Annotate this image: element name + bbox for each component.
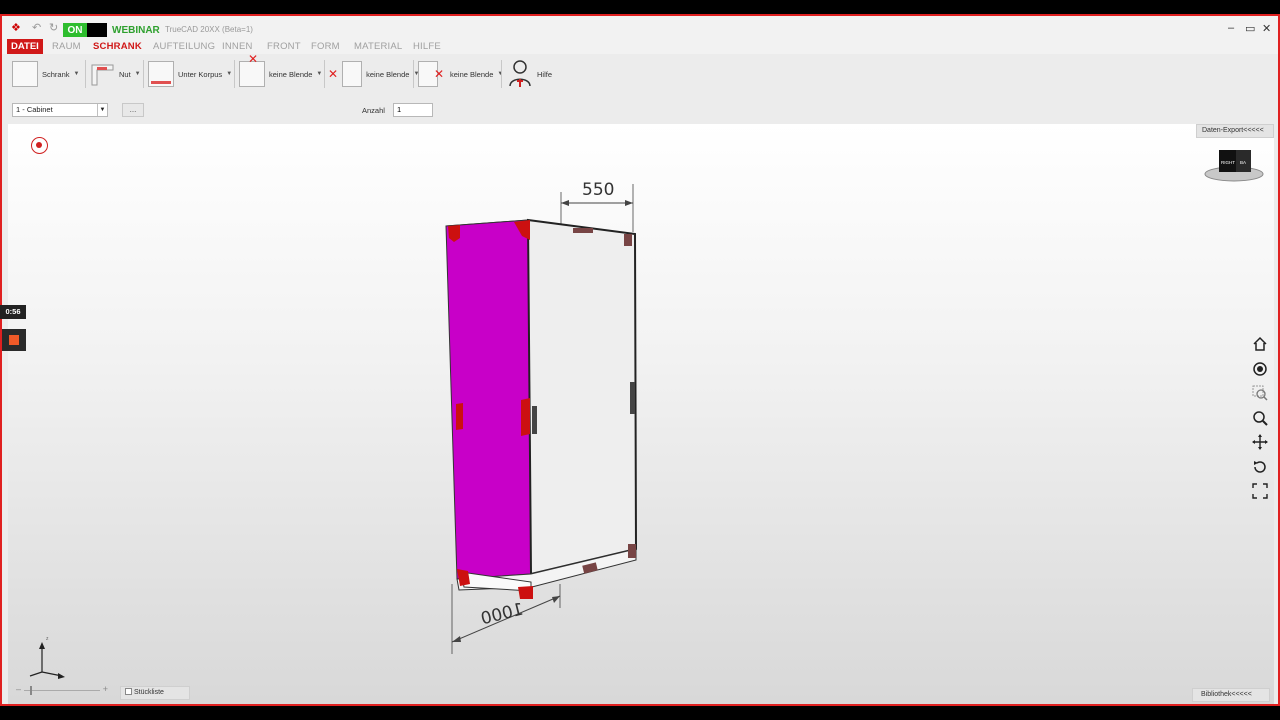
blende-top-button[interactable]: ✕ keine Blende ▼	[239, 52, 323, 90]
menu-bar: DATEI RAUM SCHRANK AUFTEILUNG INNEN FRON…	[2, 38, 1278, 54]
unter-korpus-label: Unter Korpus	[178, 69, 223, 79]
3d-viewport[interactable]: Daten-Export<<<<< RIGHT BA 550 1000 z – …	[8, 124, 1274, 704]
menu-datei[interactable]: DATEI	[7, 39, 43, 54]
anzahl-label: Anzahl	[362, 106, 385, 115]
menu-schrank[interactable]: SCHRANK	[93, 41, 142, 52]
chevron-down-icon[interactable]: ▼	[97, 104, 107, 116]
rotate-icon[interactable]	[1250, 457, 1270, 477]
zoom-slider-thumb[interactable]	[30, 686, 32, 695]
connector-marker	[521, 398, 530, 436]
blende-left-button[interactable]: ✕ keine Blende ▼	[328, 58, 419, 90]
undo-icon[interactable]: ↶	[32, 21, 41, 34]
anzahl-input[interactable]: 1	[393, 103, 433, 117]
no-panel-icon: ✕	[248, 52, 259, 66]
navigation-toolbar	[1250, 334, 1272, 506]
close-button[interactable]: ✕	[1262, 22, 1271, 35]
stueckliste-toggle[interactable]: Stückliste	[120, 686, 190, 700]
schrank-label: Schrank	[42, 69, 70, 79]
app-title: TrueCAD 20XX (Beta=1)	[165, 25, 253, 34]
stueckliste-checkbox[interactable]	[125, 688, 132, 695]
cabinet-select-value: 1 - Cabinet	[16, 105, 53, 114]
menu-innen[interactable]: INNEN	[222, 41, 253, 52]
hilfe-button[interactable]: Hilfe	[507, 58, 552, 90]
app-logo-icon[interactable]: ❖	[11, 21, 21, 34]
stueckliste-label: Stückliste	[134, 689, 164, 696]
menu-front[interactable]: FRONT	[267, 41, 301, 52]
webinar-on-badge: ON	[63, 23, 107, 37]
width-dimension-label: 550	[582, 180, 614, 200]
panel-top-icon: ✕	[239, 52, 265, 87]
connector-marker	[456, 403, 463, 430]
redo-icon[interactable]: ↻	[49, 21, 58, 34]
bibliothek-tab[interactable]: Bibliothek<<<<<	[1192, 688, 1270, 702]
blende-right-button[interactable]: ✕ keine Blende ▼	[418, 58, 503, 90]
orbit-icon[interactable]	[1250, 359, 1270, 379]
menu-form[interactable]: FORM	[311, 41, 340, 52]
menu-aufteilung[interactable]: AUFTEILUNG	[153, 41, 215, 52]
panel-left-icon	[342, 61, 363, 87]
app-window: ❖ ↶ ↻ ON WEBINAR TrueCAD 20XX (Beta=1) –…	[0, 14, 1280, 706]
stop-recording-button[interactable]	[2, 329, 26, 351]
blende-right-label: keine Blende	[450, 69, 494, 79]
chevron-down-icon: ▼	[73, 71, 80, 77]
chevron-down-icon: ▼	[226, 71, 233, 77]
side-panel	[445, 219, 532, 580]
ribbon-toolbar: Schrank ▼ Nut ▼ Unter Korpus ▼ ✕ keine B…	[2, 52, 1278, 102]
blende-top-label: keine Blende	[269, 69, 313, 79]
menu-hilfe[interactable]: HILFE	[413, 41, 441, 52]
lower-carcass-icon	[148, 61, 174, 87]
options-row: 1 - Cabinet ▼ ... Anzahl 1	[2, 102, 1278, 122]
no-panel-icon: ✕	[328, 67, 339, 81]
groove-icon	[89, 61, 115, 87]
menu-material[interactable]: MATERIAL	[354, 41, 402, 52]
on-label: ON	[63, 23, 87, 37]
blende-left-label: keine Blende	[366, 69, 410, 79]
title-bar: ❖ ↶ ↻ ON WEBINAR TrueCAD 20XX (Beta=1) –…	[2, 16, 1278, 38]
nut-button[interactable]: Nut ▼	[89, 58, 141, 90]
depth-dimension-label: 1000	[479, 599, 526, 629]
help-person-icon	[507, 59, 533, 89]
svg-text:z: z	[46, 636, 49, 642]
zoom-out-icon[interactable]: –	[16, 684, 21, 694]
schrank-button[interactable]: Schrank ▼	[12, 58, 79, 90]
unter-korpus-button[interactable]: Unter Korpus ▼	[148, 58, 232, 90]
stop-icon	[9, 335, 19, 345]
zoom-icon[interactable]	[1250, 408, 1270, 428]
chevron-down-icon: ▼	[316, 71, 323, 77]
corner-marker	[518, 586, 533, 599]
axis-gizmo-icon: z	[29, 636, 65, 679]
pan-icon[interactable]	[1250, 432, 1270, 452]
zoom-in-icon[interactable]: +	[103, 684, 108, 694]
hinge-marker	[573, 228, 593, 233]
hilfe-label: Hilfe	[537, 69, 553, 79]
cabinet-model[interactable]: 550 1000 z	[8, 124, 1274, 704]
panel-right-icon: ✕	[418, 61, 444, 87]
more-button[interactable]: ...	[122, 103, 144, 117]
nut-label: Nut	[119, 69, 131, 79]
webinar-label: WEBINAR	[112, 25, 160, 36]
restore-button[interactable]: ▭	[1245, 22, 1255, 35]
cabinet-select[interactable]: 1 - Cabinet ▼	[12, 103, 108, 117]
chevron-down-icon: ▼	[134, 71, 141, 77]
recording-timer: 0:56	[0, 305, 26, 319]
no-panel-icon: ✕	[434, 67, 445, 81]
zoom-window-icon[interactable]	[1250, 383, 1270, 403]
home-icon[interactable]	[1250, 334, 1270, 354]
front-panel	[526, 218, 638, 576]
menu-raum[interactable]: RAUM	[52, 41, 81, 52]
zoom-slider[interactable]: – +	[16, 684, 108, 696]
minimize-button[interactable]: –	[1228, 22, 1234, 34]
cabinet-icon	[12, 61, 38, 87]
fit-extents-icon[interactable]	[1250, 481, 1270, 501]
